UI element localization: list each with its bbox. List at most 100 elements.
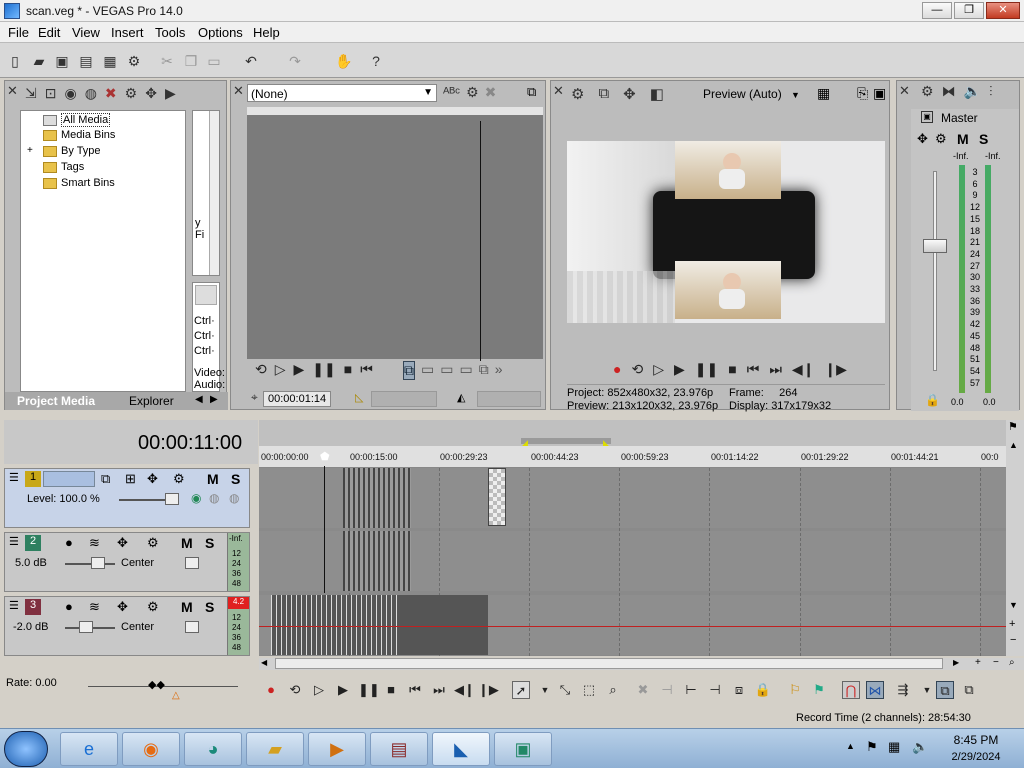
preview-go-start-icon[interactable]: ⏮ bbox=[747, 361, 760, 378]
master-pan-icon[interactable]: ✥ bbox=[917, 131, 928, 147]
preview-next-frame-icon[interactable]: ❙▶ bbox=[824, 361, 847, 378]
play-icon[interactable]: ▶ bbox=[334, 681, 352, 699]
mixer-icon[interactable]: ⫶ bbox=[989, 83, 993, 100]
track-3-pan-icon[interactable]: ✥ bbox=[117, 599, 128, 615]
lock-icon[interactable]: 🔒 bbox=[754, 681, 772, 699]
track-1-name-field[interactable] bbox=[43, 471, 95, 487]
clock-time[interactable]: 8:45 PM bbox=[944, 733, 1008, 747]
tree-smart-bins[interactable]: Smart Bins bbox=[43, 177, 115, 189]
minimize-button[interactable]: — bbox=[922, 2, 952, 19]
menu-tools[interactable]: Tools bbox=[155, 25, 185, 40]
track-3-volume-handle[interactable] bbox=[79, 621, 93, 633]
ripple-dropdown-icon[interactable]: ▼ bbox=[918, 681, 936, 699]
trimmer-preset-select[interactable]: (None) ▼ bbox=[247, 84, 437, 102]
region-icon[interactable]: ⚑ bbox=[810, 681, 828, 699]
track-3-volume-envelope[interactable] bbox=[259, 626, 1006, 627]
trimmer-options-icon[interactable]: ⧉ bbox=[527, 84, 536, 100]
hscroll-left-icon[interactable]: ◀ bbox=[261, 658, 267, 667]
paste-icon[interactable]: ▭ bbox=[205, 52, 223, 70]
vzoom-out-icon[interactable]: − bbox=[1010, 634, 1016, 646]
split-icon[interactable]: ⧈ bbox=[730, 681, 748, 699]
render-icon[interactable]: ▦ bbox=[101, 52, 119, 70]
track-1-solo-button[interactable]: S bbox=[231, 471, 240, 487]
trimmer-display[interactable] bbox=[247, 107, 543, 361]
trimmer-length-field[interactable] bbox=[371, 391, 437, 407]
master-properties-gear-icon[interactable]: ⚙ bbox=[921, 83, 934, 100]
track-collapse-icon[interactable]: ☰ bbox=[9, 535, 19, 548]
trimmer-overwrite-icon[interactable]: ▭ bbox=[440, 361, 453, 380]
tab-explorer[interactable]: Explorer bbox=[129, 394, 174, 408]
trimmer-add-to-timeline-icon[interactable]: ⧉ bbox=[403, 361, 415, 380]
copy-icon[interactable]: ❐ bbox=[182, 52, 200, 70]
tree-expander[interactable]: + bbox=[27, 145, 33, 156]
stop-icon[interactable]: ■ bbox=[382, 681, 400, 699]
winrar-icon[interactable]: ▤ bbox=[370, 732, 428, 766]
go-to-end-icon[interactable]: ⏭ bbox=[430, 681, 448, 699]
hscroll-right-icon[interactable]: ▶ bbox=[953, 658, 959, 667]
rate-reset-icon[interactable]: △ bbox=[172, 690, 180, 701]
timeline-hscrollbar[interactable]: ◀ ▶ + − ⌕ bbox=[259, 657, 1024, 670]
tabs-scroll-left-icon[interactable]: ◀ bbox=[195, 394, 203, 405]
track-1-composite-icon[interactable]: ⊞ bbox=[125, 471, 136, 487]
split-screen-icon[interactable]: ◧ bbox=[650, 85, 664, 103]
trimmer-pause-icon[interactable]: ❚❚ bbox=[312, 361, 335, 378]
video-event-cluster[interactable] bbox=[343, 468, 411, 528]
downmix-icon[interactable]: ⧓ bbox=[942, 83, 956, 100]
play-from-start-icon[interactable]: ▷ bbox=[310, 681, 328, 699]
media-fx-icon[interactable]: ⚙ bbox=[125, 85, 138, 102]
track-2-volume-handle[interactable] bbox=[91, 557, 105, 569]
track-2-header[interactable]: ☰ 2 ● ≋ ✥ ⚙ M S 5.0 dB Center -Inf. 12 2… bbox=[4, 532, 250, 592]
tree-tags[interactable]: Tags bbox=[43, 161, 84, 173]
tabs-scroll-right-icon[interactable]: ▶ bbox=[210, 394, 218, 405]
trim-end-icon[interactable]: ⊣ bbox=[706, 681, 724, 699]
track-1-fx-icon[interactable]: ⚙ bbox=[173, 471, 185, 487]
external-monitor-icon[interactable]: ⧉ bbox=[598, 85, 609, 103]
new-icon[interactable]: ▯ bbox=[6, 52, 24, 70]
internet-explorer-icon[interactable]: e bbox=[60, 732, 118, 766]
trimmer-out-field[interactable] bbox=[477, 391, 541, 407]
screen-recorder-icon[interactable]: ▣ bbox=[494, 732, 552, 766]
get-media-web-icon[interactable]: ◍ bbox=[85, 85, 97, 102]
close-button[interactable]: ✕ bbox=[986, 2, 1020, 19]
track-3-arm-icon[interactable]: ● bbox=[65, 599, 73, 614]
trim-icon[interactable]: ⊣ bbox=[658, 681, 676, 699]
track-3-solo-button[interactable]: S bbox=[205, 599, 214, 615]
maximize-button[interactable]: ❐ bbox=[954, 2, 984, 19]
menu-help[interactable]: Help bbox=[253, 25, 280, 40]
audio-event-track3[interactable] bbox=[271, 595, 488, 655]
track-3-mute-button[interactable]: M bbox=[181, 599, 193, 615]
playhead-marker-icon[interactable]: ⬟ bbox=[320, 450, 330, 463]
audio-event-cluster-track2[interactable] bbox=[343, 531, 411, 591]
speaker-icon[interactable]: 🔈 bbox=[964, 83, 981, 100]
menu-edit[interactable]: Edit bbox=[38, 25, 60, 40]
master-mute-button[interactable]: M bbox=[957, 131, 969, 147]
timeline-tracks[interactable] bbox=[259, 466, 1006, 656]
track-1-header[interactable]: ☰ 1 ⧉ ⊞ ✥ ⚙ M S Level: 100.0 % ◉ ◍ ◍ bbox=[4, 468, 250, 528]
timeline-vscrollbar[interactable]: ⚑ ▲ ▼ + − bbox=[1006, 420, 1024, 656]
trimmer-close-icon[interactable]: ✕ bbox=[233, 83, 244, 99]
track-collapse-icon[interactable]: ☰ bbox=[9, 599, 19, 612]
preview-quality-select[interactable]: Preview (Auto) ▼ bbox=[703, 87, 800, 101]
edit-tool-hand-icon[interactable]: ✋ bbox=[335, 52, 353, 70]
start-button-icon[interactable] bbox=[4, 731, 48, 767]
firefox-icon[interactable]: ◉ bbox=[122, 732, 180, 766]
video-event-transparent[interactable] bbox=[488, 468, 506, 526]
preview-go-end-icon[interactable]: ⏭ bbox=[769, 361, 782, 378]
preview-prev-frame-icon[interactable]: ◀❙ bbox=[792, 361, 815, 378]
properties-gear-icon[interactable]: ⚙ bbox=[125, 52, 143, 70]
panel-close-icon[interactable]: ✕ bbox=[7, 83, 18, 99]
preview-stop-icon[interactable]: ■ bbox=[728, 361, 736, 378]
track-3-fx-icon[interactable]: ⚙ bbox=[147, 599, 159, 615]
track-2-arm-icon[interactable]: ● bbox=[65, 535, 73, 550]
track-1-mute-button[interactable]: M bbox=[207, 471, 219, 487]
media-list-pane[interactable]: y Fi bbox=[192, 110, 220, 276]
media-list-scrollbar[interactable] bbox=[209, 111, 219, 275]
track-2-solo-button[interactable]: S bbox=[205, 535, 214, 551]
normal-edit-tool-icon[interactable]: ➚ bbox=[512, 681, 530, 699]
lock-envelopes-icon[interactable]: ⧉ bbox=[936, 681, 954, 699]
track-1-level-handle[interactable] bbox=[165, 493, 179, 505]
preview-record-icon[interactable]: ● bbox=[613, 361, 621, 378]
whats-this-help-icon[interactable]: ? bbox=[367, 52, 385, 70]
menu-file[interactable]: File bbox=[8, 25, 29, 40]
open-icon[interactable]: ▰ bbox=[30, 52, 48, 70]
